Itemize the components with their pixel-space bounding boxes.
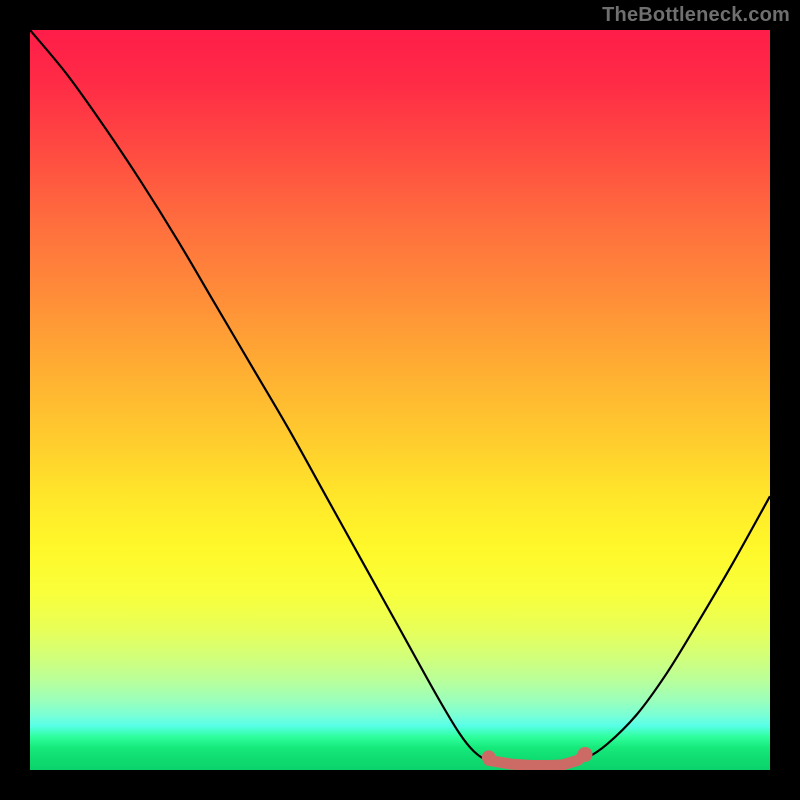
optimal-point-marker [482, 750, 496, 764]
optimal-range-end-marker [578, 747, 593, 762]
bottleneck-curve [30, 30, 770, 767]
plot-area [30, 30, 770, 770]
watermark-text: TheBottleneck.com [602, 4, 790, 27]
chart-container: TheBottleneck.com [0, 0, 800, 800]
optimal-range-markers [482, 747, 593, 766]
curve-layer [30, 30, 770, 770]
optimal-range-line [489, 754, 585, 765]
